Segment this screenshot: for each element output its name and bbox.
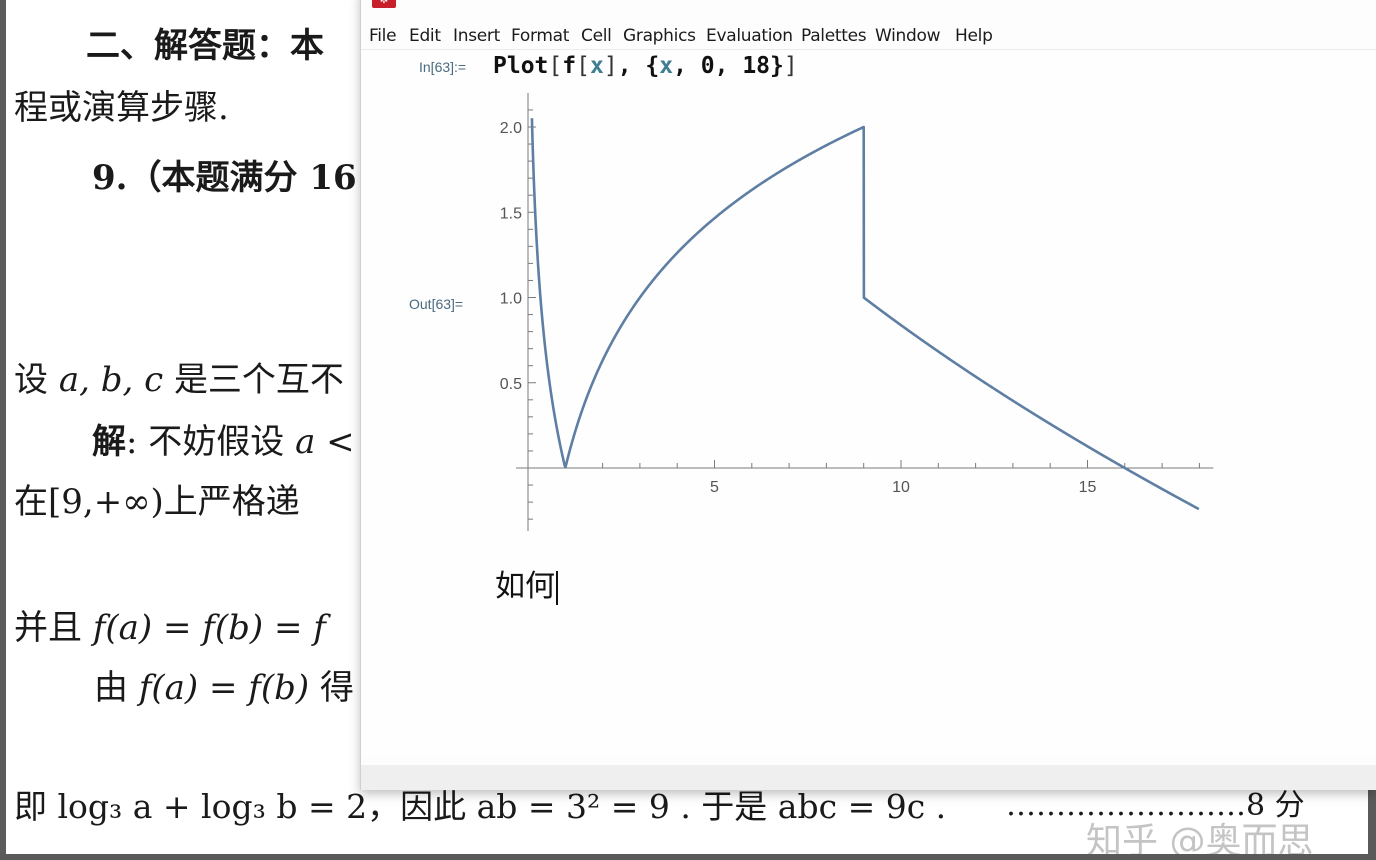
doc-line: 程或演算步骤. [14, 88, 229, 128]
text-cell-content: 如何 [495, 569, 555, 604]
menu-bar: File Edit Insert Format Cell Graphics Ev… [361, 20, 1376, 50]
doc-line: 在[9,+∞)上严格递 [14, 482, 300, 522]
menu-window[interactable]: Window [875, 26, 941, 46]
x-tick-label: 5 [710, 479, 719, 496]
doc-math: a, b, c [58, 360, 164, 400]
doc-line: 由 f(a) = f(b) 得 [94, 660, 354, 709]
window-title: Untitled-2 - Wolfram Mathematica 12.1 [401, 0, 709, 5]
menu-insert[interactable]: Insert [453, 26, 500, 46]
mathematica-app-icon: ✻ [372, 0, 396, 8]
y-tick-label: 1.5 [500, 205, 522, 222]
title-bar[interactable]: ✻ Untitled-2 - Wolfram Mathematica 12.1 [361, 0, 1376, 10]
doc-text: 得 [320, 668, 354, 708]
menu-file[interactable]: File [369, 26, 397, 46]
mathematica-window[interactable]: ✻ Untitled-2 - Wolfram Mathematica 12.1 … [360, 0, 1376, 790]
doc-text: 并且 [14, 608, 82, 648]
doc-line: 解: 不妨假设 a < [92, 414, 355, 463]
bottom-edge [0, 854, 1376, 860]
tick-labels: 5 10 15 0.5 1.0 1.5 2.0 [500, 120, 1097, 496]
x-tick-label: 10 [892, 479, 910, 496]
doc-solution-label: 解 [92, 422, 126, 462]
menu-cell[interactable]: Cell [581, 26, 612, 46]
text-cursor [556, 570, 558, 605]
notebook-area[interactable]: In[63]:= Plot[f[x], {x, 0, 18}] Out[63]=… [361, 51, 1376, 756]
menu-help[interactable]: Help [955, 26, 993, 46]
y-tick-label: 2.0 [500, 120, 522, 137]
doc-text: 是三个互不 [173, 360, 344, 400]
y-tick-label: 1.0 [500, 291, 522, 308]
watermark: 知乎 @奥而思 [1086, 821, 1314, 854]
doc-heading: 二、解答题：本 [86, 26, 324, 66]
y-tick-label: 0.5 [500, 376, 522, 393]
function-curve [530, 118, 1200, 511]
doc-math: f(a) = f(b) = f [92, 608, 326, 648]
plot-graphic[interactable]: 5 10 15 0.5 1.0 1.5 2.0 [361, 51, 1376, 531]
menu-palettes[interactable]: Palettes [801, 26, 867, 46]
doc-problem-number: 9.（本题满分 16 [92, 158, 357, 198]
doc-line: 并且 f(a) = f(b) = f [14, 600, 326, 649]
doc-line: 设 a, b, c 是三个互不 [14, 352, 344, 401]
menu-graphics[interactable]: Graphics [623, 26, 696, 46]
menu-evaluation[interactable]: Evaluation [706, 26, 793, 46]
text-cell[interactable]: 如何 [495, 561, 558, 605]
x-tick-label: 15 [1079, 479, 1097, 496]
doc-text: 由 [94, 668, 128, 708]
doc-math: f(a) = f(b) [138, 668, 310, 708]
doc-math: a < [295, 422, 355, 462]
right-edge [1368, 790, 1376, 854]
doc-text: 设 [14, 360, 48, 400]
menu-format[interactable]: Format [511, 26, 569, 46]
menu-edit[interactable]: Edit [409, 26, 441, 46]
doc-text: : 不妨假设 [126, 422, 285, 462]
status-bar [361, 765, 1376, 790]
